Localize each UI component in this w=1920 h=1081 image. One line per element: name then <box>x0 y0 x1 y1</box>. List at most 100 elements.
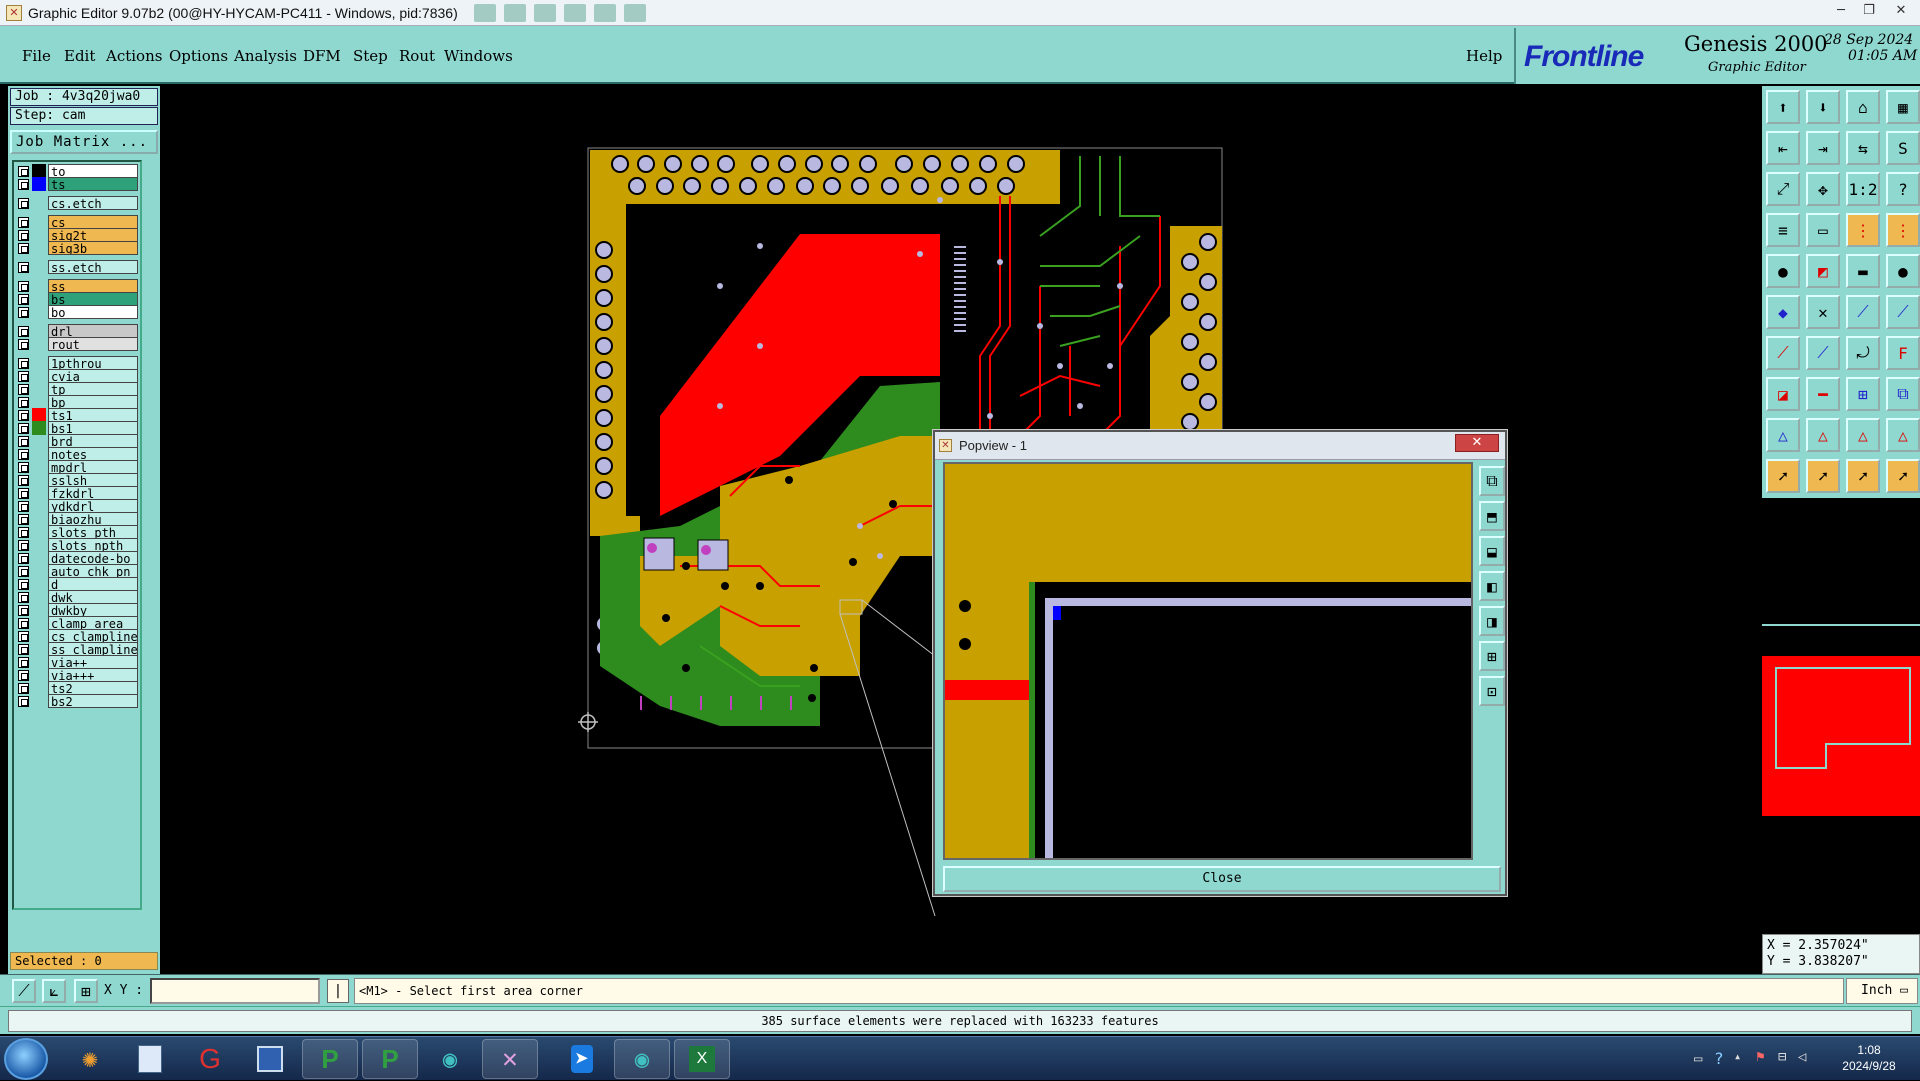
tool-circle-icon[interactable]: ● <box>1886 254 1920 288</box>
layer-row[interactable]: ss_clampline <box>16 642 140 656</box>
layer-name[interactable]: slots_npth <box>48 538 138 552</box>
tool-move-icon[interactable]: ✥ <box>1806 172 1840 206</box>
tool-select3-icon[interactable]: ➚ <box>1846 459 1880 493</box>
layer-row[interactable]: cvia <box>16 369 140 383</box>
menu-help[interactable]: Help <box>1466 47 1502 65</box>
menu-edit[interactable]: Edit <box>64 47 95 65</box>
tool-triangle-red-icon[interactable]: △ <box>1806 418 1840 452</box>
layer-color-swatch[interactable] <box>32 577 46 591</box>
layer-color-swatch[interactable] <box>32 538 46 552</box>
tool-triangle-red2-icon[interactable]: △ <box>1846 418 1880 452</box>
layer-row[interactable]: clamp_area <box>16 616 140 630</box>
popview-tool-right-icon[interactable]: ◨ <box>1479 606 1505 636</box>
layer-checkbox[interactable] <box>18 384 29 395</box>
tool-line-icon[interactable]: ▬ <box>1846 254 1880 288</box>
tool-pan-up-icon[interactable]: ⬆ <box>1766 90 1800 124</box>
tool-help-icon[interactable]: ? <box>1886 172 1920 206</box>
layer-checkbox[interactable] <box>18 488 29 499</box>
layer-row[interactable]: slots_pth <box>16 525 140 539</box>
tool-draw-red-icon[interactable]: ⟋ <box>1766 336 1800 370</box>
layer-color-swatch[interactable] <box>32 177 46 191</box>
layer-checkbox[interactable] <box>18 553 29 564</box>
layer-color-swatch[interactable] <box>32 382 46 396</box>
layer-name[interactable]: dwk <box>48 590 138 604</box>
layer-name[interactable]: ss.etch <box>48 260 138 274</box>
menu-options[interactable]: Options <box>169 47 228 65</box>
layer-checkbox[interactable] <box>18 501 29 512</box>
layer-checkbox[interactable] <box>18 475 29 486</box>
layer-name[interactable]: mpdrl <box>48 460 138 474</box>
measure-icon[interactable]: ⟀ <box>42 979 66 1003</box>
layer-row[interactable]: via++ <box>16 655 140 669</box>
layer-checkbox[interactable] <box>18 281 29 292</box>
layer-name[interactable]: auto_chk_pn <box>48 564 138 578</box>
taskbar-app-eye-icon[interactable]: ◉ <box>422 1039 478 1079</box>
layer-checkbox[interactable] <box>18 449 29 460</box>
layer-name[interactable]: dwkby <box>48 603 138 617</box>
tool-pad-icon[interactable]: ● <box>1766 254 1800 288</box>
layer-checkbox[interactable] <box>18 339 29 350</box>
layer-color-swatch[interactable] <box>32 421 46 435</box>
layer-color-swatch[interactable] <box>32 655 46 669</box>
taskbar-clock[interactable]: 1:08 2024/9/28 <box>1826 1042 1912 1074</box>
layer-name[interactable]: sslsh <box>48 473 138 487</box>
layer-name[interactable]: slots_pth <box>48 525 138 539</box>
start-button-icon[interactable] <box>4 1038 48 1080</box>
layer-color-swatch[interactable] <box>32 241 46 255</box>
layer-color-swatch[interactable] <box>32 525 46 539</box>
layer-checkbox[interactable] <box>18 358 29 369</box>
layer-row[interactable]: datecode-bo <box>16 551 140 565</box>
layer-name[interactable]: brd <box>48 434 138 448</box>
tool-connect2-icon[interactable]: ⟋ <box>1886 295 1920 329</box>
layer-checkbox[interactable] <box>18 198 29 209</box>
layer-checkbox[interactable] <box>18 423 29 434</box>
tool-surface-icon[interactable]: ◩ <box>1806 254 1840 288</box>
layer-checkbox[interactable] <box>18 436 29 447</box>
layer-color-swatch[interactable] <box>32 260 46 274</box>
tool-select2-icon[interactable]: ➚ <box>1806 459 1840 493</box>
layer-color-swatch[interactable] <box>32 434 46 448</box>
layer-name[interactable]: bo <box>48 305 138 319</box>
popview-close-button[interactable]: Close <box>943 866 1501 892</box>
layer-row[interactable]: bs1 <box>16 421 140 435</box>
layer-row[interactable]: cs <box>16 215 140 229</box>
tool-connect-icon[interactable]: ⟋ <box>1846 295 1880 329</box>
xy-toggle-button[interactable]: | <box>327 979 349 1003</box>
layer-name[interactable]: notes <box>48 447 138 461</box>
layer-checkbox[interactable] <box>18 294 29 305</box>
layer-name[interactable]: sig2t <box>48 228 138 242</box>
tray-arrow-icon[interactable]: ▴ <box>1734 1049 1741 1063</box>
layer-row[interactable]: dwk <box>16 590 140 604</box>
layer-row[interactable]: 1pthrou <box>16 356 140 370</box>
layer-checkbox[interactable] <box>18 230 29 241</box>
layer-checkbox[interactable] <box>18 540 29 551</box>
layer-checkbox[interactable] <box>18 592 29 603</box>
tool-prev-icon[interactable]: ⇤ <box>1766 131 1800 165</box>
layer-color-swatch[interactable] <box>32 694 46 708</box>
layer-checkbox[interactable] <box>18 243 29 254</box>
layer-checkbox[interactable] <box>18 683 29 694</box>
layer-checkbox[interactable] <box>18 462 29 473</box>
layer-row[interactable]: via+++ <box>16 668 140 682</box>
layer-name[interactable]: bs2 <box>48 694 138 708</box>
layer-color-swatch[interactable] <box>32 305 46 319</box>
layer-row[interactable]: ts1 <box>16 408 140 422</box>
layer-color-swatch[interactable] <box>32 228 46 242</box>
menu-dfm[interactable]: DFM <box>303 47 341 65</box>
popview-tool-left-icon[interactable]: ◧ <box>1479 571 1505 601</box>
popview-canvas[interactable] <box>943 462 1473 860</box>
menu-rout[interactable]: Rout <box>399 47 435 65</box>
tool-fiducial-icon[interactable]: F <box>1886 336 1920 370</box>
tray-display-icon[interactable]: ⊟ <box>1778 1049 1786 1065</box>
layer-row[interactable]: ss.etch <box>16 260 140 274</box>
popview-tool-up-icon[interactable]: ⬒ <box>1479 501 1505 531</box>
layer-checkbox[interactable] <box>18 696 29 707</box>
taskbar-excel-icon[interactable]: X <box>674 1039 730 1079</box>
layer-name[interactable]: cvia <box>48 369 138 383</box>
layer-row[interactable]: auto_chk_pn <box>16 564 140 578</box>
layer-row[interactable]: ydkdrl <box>16 499 140 513</box>
layer-color-swatch[interactable] <box>32 681 46 695</box>
titlebar-tool-3-icon[interactable] <box>533 3 556 22</box>
layer-name[interactable]: ydkdrl <box>48 499 138 513</box>
layer-color-swatch[interactable] <box>32 279 46 293</box>
